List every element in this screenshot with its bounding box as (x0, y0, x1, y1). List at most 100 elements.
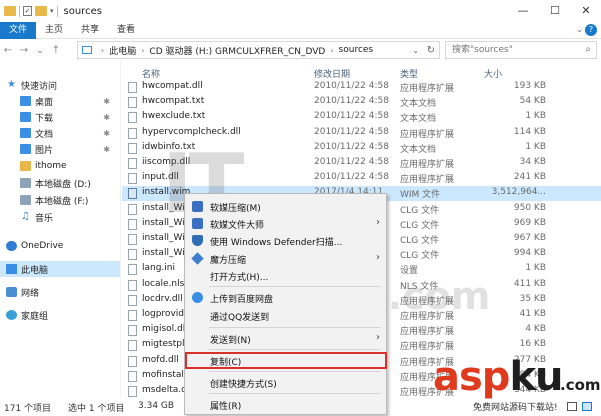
sidebar-item-downloads[interactable]: 下载 ✱ (0, 109, 120, 125)
sidebar-item-documents[interactable]: 文档 ✱ (0, 125, 120, 141)
file-row[interactable]: hwcompat.dll 2010/11/22 4:58 应用程序扩展 193 KB (122, 80, 601, 95)
tab-home[interactable]: 主页 (36, 22, 72, 39)
breadcrumb-cd-drive[interactable]: CD 驱动器 (H:) GRMCULXFRER_CN_DVD (149, 44, 325, 57)
folder-icon (20, 161, 31, 171)
file-icon (128, 279, 137, 291)
search-icon[interactable]: ⌕ (585, 42, 591, 58)
breadcrumb-sources[interactable]: sources (339, 45, 374, 55)
sidebar-item-local-disk-d[interactable]: 本地磁盘 (D:) (0, 175, 120, 191)
file-name: hwcompat.txt (142, 96, 205, 107)
column-header-type[interactable]: 类型 (400, 67, 418, 80)
column-header-date[interactable]: 修改日期 (314, 67, 350, 80)
breadcrumb-separator-icon: › (141, 45, 145, 55)
sidebar-item-homegroup[interactable]: 家庭组 (0, 307, 120, 323)
close-button[interactable]: ✕ (571, 0, 601, 22)
sidebar-item-label: 家庭组 (21, 311, 49, 322)
menu-item-open-with[interactable]: 打开方式(H)... (186, 268, 386, 283)
file-date: 2010/11/22 4:58 (314, 141, 389, 152)
menu-item-label: 创建快捷方式(S) (210, 380, 277, 390)
submenu-arrow-icon: › (376, 252, 380, 263)
sidebar-item-desktop[interactable]: 桌面 ✱ (0, 93, 120, 109)
file-size: 411 KB (513, 278, 546, 289)
menu-item-rubik-compress[interactable]: 魔方压缩 › (186, 251, 386, 266)
window-title: sources (63, 5, 102, 17)
recent-locations-icon[interactable]: ⌄ (32, 45, 48, 56)
forward-arrow-icon[interactable]: → (16, 45, 32, 56)
file-row[interactable]: hwcompat.txt 2010/11/22 4:58 文本文档 54 KB (122, 95, 601, 110)
menu-item-send-via-qq[interactable]: 通过QQ发送到 (186, 308, 386, 323)
back-arrow-icon[interactable]: ← (0, 45, 16, 56)
menu-separator (209, 371, 381, 372)
sidebar-item-music[interactable]: ♫ 音乐 (0, 209, 120, 225)
file-size: 54 KB (519, 96, 546, 107)
sidebar-item-network[interactable]: 网络 (0, 284, 120, 300)
file-type: 应用程序扩展 (400, 129, 455, 140)
menu-item-label: 打开方式(H)... (210, 273, 269, 283)
maximize-button[interactable]: ☐ (540, 0, 570, 22)
customize-toolbar-icon[interactable]: ▾ (50, 7, 54, 15)
sidebar-item-pictures[interactable]: 图片 ✱ (0, 141, 120, 157)
address-bar[interactable]: › 此电脑 › CD 驱动器 (H:) GRMCULXFRER_CN_DVD ›… (77, 41, 440, 59)
menu-item-copy[interactable]: 复制(C) (185, 352, 387, 369)
pin-icon[interactable]: ✱ (103, 129, 110, 138)
breadcrumb-this-pc[interactable]: 此电脑 (109, 44, 136, 57)
sidebar-item-local-disk-f[interactable]: 本地磁盘 (F:) (0, 192, 120, 208)
new-folder-icon[interactable] (35, 6, 47, 16)
pin-icon[interactable]: ✱ (103, 97, 110, 106)
menu-item-send-to[interactable]: 发送到(N) › (186, 331, 386, 346)
file-row[interactable]: hwexclude.txt 2010/11/22 4:58 文本文档 1 KB (122, 110, 601, 125)
file-size: 969 KB (513, 217, 546, 228)
menu-item-label: 软媒文件大师 (210, 221, 265, 231)
file-icon (128, 173, 137, 185)
file-type: 文本文档 (400, 144, 437, 155)
sidebar-item-label: 图片 (35, 145, 54, 156)
minimize-button[interactable]: — (508, 0, 538, 22)
file-date: 2010/11/22 4:58 (314, 126, 389, 137)
file-icon (128, 203, 137, 215)
column-header-name[interactable]: 名称 (142, 67, 160, 80)
file-size: 994 KB (513, 248, 546, 259)
sidebar-item-label: ithome (35, 161, 67, 171)
properties-icon[interactable]: ✓ (23, 6, 32, 16)
pin-icon[interactable]: ✱ (103, 145, 110, 154)
tab-file[interactable]: 文件 (0, 22, 36, 39)
sidebar-item-label: 网络 (21, 288, 40, 299)
menu-item-defender-scan[interactable]: 使用 Windows Defender扫描... (186, 233, 386, 248)
file-icon (128, 82, 137, 93)
item-count: 171 个项目 (4, 404, 52, 414)
file-type: CLG 文件 (400, 220, 440, 231)
breadcrumb-separator-icon: › (330, 45, 334, 55)
menu-item-upload-baidu[interactable]: 上传到百度网盘 (186, 290, 386, 305)
column-header-size[interactable]: 大小 (484, 67, 502, 80)
file-size: 1 KB (525, 263, 546, 274)
file-icon (128, 370, 137, 382)
file-icon (128, 97, 137, 109)
file-date: 2010/11/22 4:58 (314, 96, 389, 107)
file-type: 应用程序扩展 (400, 175, 455, 186)
music-icon: ♫ (21, 211, 30, 222)
file-icon (128, 325, 137, 337)
tab-share[interactable]: 共享 (72, 22, 108, 39)
sidebar-item-onedrive[interactable]: OneDrive (0, 238, 120, 254)
menu-item-softmedia-compress[interactable]: 软媒压缩(M) (186, 199, 386, 214)
sidebar-item-this-pc[interactable]: 此电脑 (0, 261, 120, 277)
menu-item-label: 软媒压缩(M) (210, 204, 261, 214)
menu-item-label: 复制(C) (210, 358, 242, 368)
sidebar-item-ithome[interactable]: ithome (0, 158, 120, 174)
sidebar-item-label: 桌面 (35, 97, 54, 108)
refresh-icon[interactable]: ↻ (427, 45, 435, 56)
search-input[interactable]: 搜索"sources" ⌕ (445, 41, 597, 59)
pin-icon[interactable]: ✱ (103, 113, 110, 122)
file-type: WIM 文件 (400, 190, 441, 201)
address-dropdown-icon[interactable]: ⌄ (412, 46, 419, 55)
tab-view[interactable]: 查看 (108, 22, 144, 39)
menu-item-softmedia-file-master[interactable]: 软媒文件大师 › (186, 216, 386, 231)
file-icon (128, 264, 137, 276)
file-icon (128, 310, 137, 321)
up-arrow-icon[interactable]: ↑ (48, 45, 64, 56)
menu-item-create-shortcut[interactable]: 创建快捷方式(S) (186, 375, 386, 390)
upload-icon (192, 292, 203, 303)
sidebar-item-quick-access[interactable]: ★ 快速访问 (0, 77, 120, 93)
expand-ribbon-icon[interactable]: ⌄ (576, 25, 583, 34)
help-icon[interactable]: ? (585, 24, 597, 36)
